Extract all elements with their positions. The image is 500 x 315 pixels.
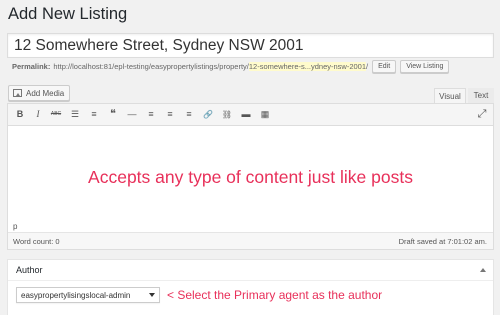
view-listing-button[interactable]: View Listing bbox=[400, 59, 450, 73]
word-count: Word count: 0 bbox=[13, 236, 60, 246]
align-left-icon[interactable]: ≡ bbox=[145, 108, 157, 121]
add-media-label: Add Media bbox=[26, 88, 65, 98]
collapse-arrow-icon[interactable] bbox=[480, 268, 486, 272]
author-select-value: easypropertylisingslocal-admin bbox=[21, 290, 131, 300]
unlink-icon[interactable]: ⛓ bbox=[221, 108, 233, 121]
media-icon bbox=[13, 89, 22, 97]
editor-path: p bbox=[13, 222, 18, 231]
bullet-list-icon[interactable]: ☰ bbox=[69, 108, 81, 121]
permalink-base-url: http://localhost:81/epl-testing/easyprop… bbox=[53, 61, 249, 71]
horizontal-rule-icon[interactable]: — bbox=[126, 108, 138, 121]
permalink-row: Permalink: http://localhost:81/epl-testi… bbox=[12, 58, 450, 74]
blockquote-icon[interactable]: ❝ bbox=[107, 108, 119, 121]
fullscreen-icon[interactable]: ⤢ bbox=[476, 108, 488, 121]
numbered-list-icon[interactable]: ≡ bbox=[88, 108, 100, 121]
tab-text[interactable]: Text bbox=[468, 88, 494, 103]
toolbar-toggle-icon[interactable]: ▦ bbox=[259, 108, 271, 121]
link-icon[interactable]: 🔗 bbox=[202, 108, 214, 121]
read-more-icon[interactable]: ▬ bbox=[240, 108, 252, 121]
permalink-slug[interactable]: 12-somewhere-s...ydney-nsw-2001 bbox=[248, 61, 367, 71]
author-metabox-header[interactable]: Author bbox=[8, 260, 493, 281]
add-media-button[interactable]: Add Media bbox=[8, 85, 70, 101]
author-row: easypropertylisingslocal-admin < Select … bbox=[16, 287, 382, 303]
editor-toolbar: B I ABC ☰ ≡ ❝ — ≡ ≡ ≡ 🔗 ⛓ ▬ ▦ ⤢ bbox=[8, 104, 493, 126]
author-select[interactable]: easypropertylisingslocal-admin bbox=[16, 287, 160, 303]
editor-content-area[interactable]: Accepts any type of content just like po… bbox=[8, 126, 493, 221]
editor-content-text: Accepts any type of content just like po… bbox=[88, 167, 413, 187]
chevron-down-icon bbox=[149, 293, 155, 297]
strikethrough-icon[interactable]: ABC bbox=[49, 108, 63, 121]
align-right-icon[interactable]: ≡ bbox=[183, 108, 195, 121]
draft-status: Draft saved at 7:01:02 am. bbox=[398, 236, 487, 246]
author-metabox-title: Author bbox=[16, 265, 43, 275]
align-center-icon[interactable]: ≡ bbox=[164, 108, 176, 121]
content-editor: B I ABC ☰ ≡ ❝ — ≡ ≡ ≡ 🔗 ⛓ ▬ ▦ ⤢ Accepts … bbox=[7, 103, 494, 250]
edit-permalink-button[interactable]: Edit bbox=[372, 59, 397, 73]
italic-icon[interactable]: I bbox=[32, 108, 44, 121]
permalink-trail: / bbox=[366, 61, 369, 71]
bold-icon[interactable]: B bbox=[14, 108, 26, 121]
permalink-label: Permalink: bbox=[12, 61, 51, 71]
post-title-input[interactable]: 12 Somewhere Street, Sydney NSW 2001 bbox=[7, 33, 494, 58]
editor-status-bar: Word count: 0 Draft saved at 7:01:02 am. bbox=[8, 232, 493, 249]
author-annotation: < Select the Primary agent as the author bbox=[167, 288, 383, 302]
author-metabox: Author easypropertylisingslocal-admin < … bbox=[7, 259, 494, 315]
page-title: Add New Listing bbox=[8, 5, 128, 23]
tab-visual[interactable]: Visual bbox=[434, 88, 466, 103]
